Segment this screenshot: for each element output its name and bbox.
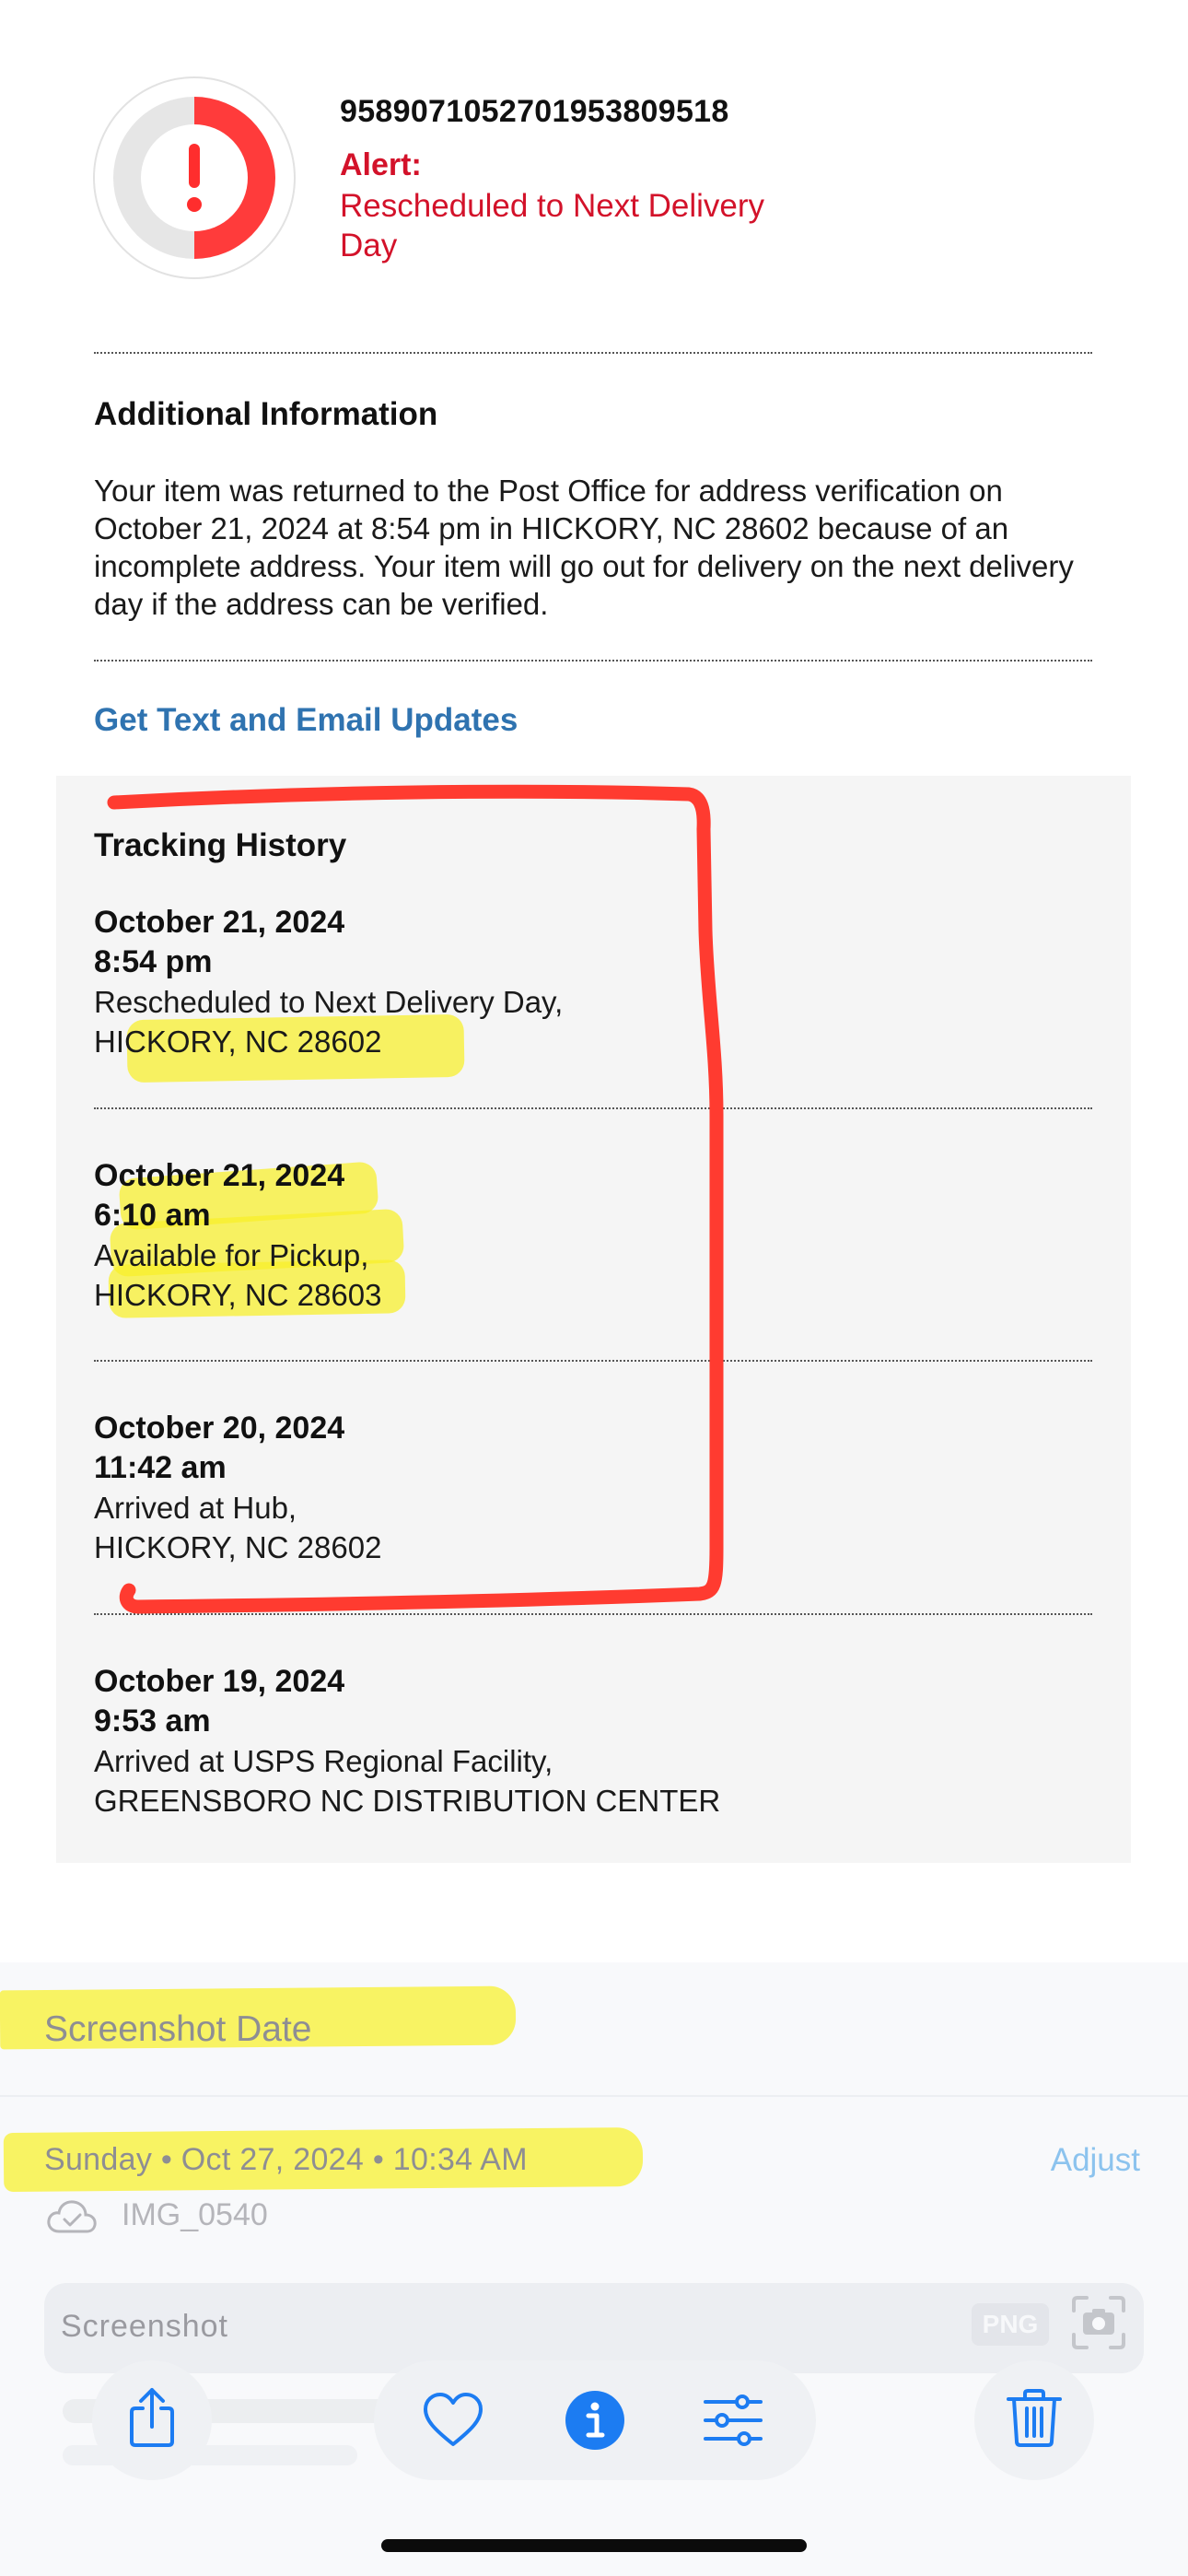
tracking-event: October 19, 2024 9:53 am Arrived at USPS… xyxy=(94,1662,1089,1821)
info-icon[interactable] xyxy=(564,2389,626,2452)
tracking-event: October 20, 2024 11:42 am Arrived at Hub… xyxy=(94,1409,1089,1567)
divider xyxy=(94,1360,1092,1362)
alert-gauge-icon xyxy=(93,76,296,279)
event-date: October 20, 2024 xyxy=(94,1411,345,1446)
event-time: 8:54 pm xyxy=(94,944,213,979)
sheet-divider xyxy=(0,2095,1188,2097)
event-status: Rescheduled to Next Delivery Day, xyxy=(94,985,564,1019)
tracking-event: October 21, 2024 6:10 am Available for P… xyxy=(94,1156,1089,1315)
divider xyxy=(94,1613,1092,1615)
alert-status: Rescheduled to Next Delivery Day xyxy=(340,188,765,263)
adjust-sliders-icon[interactable] xyxy=(702,2389,764,2452)
share-button[interactable] xyxy=(92,2360,212,2480)
event-status: Arrived at USPS Regional Facility, xyxy=(94,1744,553,1778)
event-time: 9:53 am xyxy=(94,1704,211,1739)
event-location: HICKORY, NC 28602 xyxy=(94,1530,382,1564)
screenshot-date-value: Sunday • Oct 27, 2024 • 10:34 AM xyxy=(44,2142,528,2177)
file-type-label: Screenshot xyxy=(61,2309,228,2344)
trash-icon xyxy=(1007,2389,1062,2447)
event-time: 11:42 am xyxy=(94,1450,227,1485)
text-email-updates-link[interactable]: Get Text and Email Updates xyxy=(94,702,518,739)
divider xyxy=(94,352,1092,354)
event-status: Arrived at Hub, xyxy=(94,1491,297,1525)
share-icon xyxy=(130,2388,174,2447)
event-status: Available for Pickup, xyxy=(94,1238,369,1272)
divider xyxy=(94,660,1092,662)
delete-button[interactable] xyxy=(974,2360,1094,2480)
tracking-event: October 21, 2024 8:54 pm Rescheduled to … xyxy=(94,903,1089,1061)
adjust-date-button[interactable]: Adjust xyxy=(1051,2142,1140,2179)
home-indicator xyxy=(381,2539,807,2552)
format-badge: PNG xyxy=(972,2303,1049,2346)
additional-info-body: Your item was returned to the Post Offic… xyxy=(94,474,1074,621)
heart-icon[interactable] xyxy=(422,2389,484,2452)
event-location: GREENSBORO NC DISTRIBUTION CENTER xyxy=(94,1784,721,1818)
event-date: October 19, 2024 xyxy=(94,1664,345,1699)
event-location: HICKORY, NC 28603 xyxy=(94,1278,382,1312)
alert-label: Alert: xyxy=(340,147,422,182)
event-date: October 21, 2024 xyxy=(94,905,345,940)
divider xyxy=(94,1107,1092,1109)
icloud-check-icon xyxy=(47,2200,97,2233)
toolbar-pill xyxy=(374,2360,816,2480)
camera-viewfinder-icon xyxy=(1072,2296,1125,2349)
tracking-history-title: Tracking History xyxy=(94,827,347,863)
image-filename: IMG_0540 xyxy=(122,2197,268,2232)
additional-info-title: Additional Information xyxy=(94,396,438,432)
tracking-number: 9589071052701953809518 xyxy=(340,94,729,129)
event-location: HICKORY, NC 28602 xyxy=(94,1025,382,1059)
photo-info-sheet xyxy=(0,1962,1188,2576)
event-time: 6:10 am xyxy=(94,1198,211,1233)
screenshot-date-heading: Screenshot Date xyxy=(44,2009,312,2049)
event-date: October 21, 2024 xyxy=(94,1158,345,1193)
